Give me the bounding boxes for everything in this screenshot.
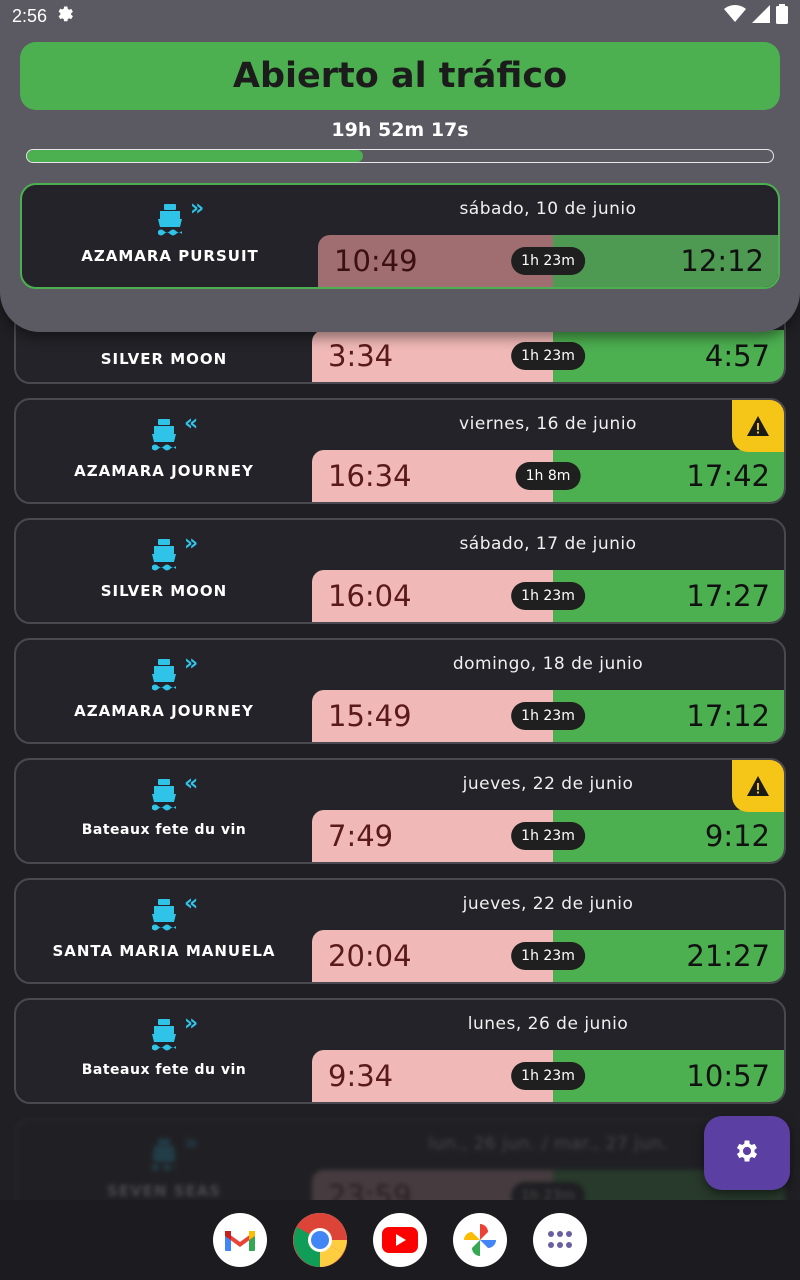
svg-text:»: »: [184, 654, 198, 676]
opening-card[interactable]: » AZAMARA JOURNEY domingo, 18 de junio 15:4…: [14, 638, 786, 744]
duration-pill: 1h 23m: [511, 822, 585, 850]
open-time: 17:12: [552, 690, 784, 742]
svg-text:»: »: [184, 1014, 198, 1036]
duration-pill: 1h 23m: [511, 582, 585, 610]
countdown-progress-bar: [26, 149, 774, 163]
warning-icon: [732, 760, 784, 812]
open-time: 12:12: [552, 235, 778, 287]
time-bar: 9:34 10:57 1h 23m: [312, 1050, 784, 1102]
opening-date: lunes, 26 de junio: [467, 1014, 629, 1034]
bridge-status-banner: Abierto al tráfico: [20, 42, 780, 110]
ship-name: SILVER MOON: [100, 582, 228, 600]
ship-direction-icon: »: [150, 651, 210, 694]
settings-gear-icon: [55, 4, 75, 28]
youtube-icon[interactable]: [373, 1213, 427, 1267]
opening-card[interactable]: « AZAMARA JOURNEY viernes, 16 de junio 16:3…: [14, 398, 786, 504]
ship-name: SILVER MOON: [100, 350, 228, 368]
duration-pill: 1h 23m: [511, 1062, 585, 1090]
duration-pill: 1h 23m: [511, 702, 585, 730]
opening-date: sábado, 17 de junio: [459, 534, 637, 554]
open-time: 10:57: [552, 1050, 784, 1102]
opening-card[interactable]: » Bateaux fete du vin lunes, 26 de junio 9:…: [14, 998, 786, 1104]
ship-name: AZAMARA PURSUIT: [81, 247, 259, 265]
chrome-icon[interactable]: [293, 1213, 347, 1267]
status-header: Abierto al tráfico 19h 52m 17s » AZAMARA…: [0, 0, 800, 332]
gmail-icon[interactable]: [213, 1213, 267, 1267]
ship-name: SANTA MARIA MANUELA: [52, 942, 276, 960]
duration-pill: 1h 23m: [511, 247, 585, 275]
wifi-icon: [724, 5, 746, 27]
open-time: 17:27: [552, 570, 784, 622]
ship-direction-icon: «: [150, 771, 210, 814]
time-bar: 10:49 12:12 1h 23m: [318, 235, 778, 287]
ship-direction-icon: »: [156, 196, 216, 239]
open-time: 17:42: [552, 450, 784, 502]
svg-text:»: »: [190, 199, 204, 221]
ship-name: Bateaux fete du vin: [81, 1062, 247, 1078]
open-time: 9:12: [552, 810, 784, 862]
time-bar: 20:04 21:27 1h 23m: [312, 930, 784, 982]
ship-name: AZAMARA JOURNEY: [74, 462, 254, 480]
duration-pill: 1h 23m: [511, 942, 585, 970]
opening-date: domingo, 18 de junio: [452, 654, 644, 674]
opening-card[interactable]: » SILVER MOON sábado, 17 de junio 16:04 17:2…: [14, 518, 786, 624]
svg-text:«: «: [184, 414, 198, 436]
time-bar: 16:34 17:42 1h 8m: [312, 450, 784, 502]
featured-opening-card[interactable]: » AZAMARA PURSUIT sábado, 10 de junio 10…: [20, 183, 780, 289]
open-time: 4:57: [552, 330, 784, 382]
open-time: 21:27: [552, 930, 784, 982]
bridge-status-text: Abierto al tráfico: [232, 56, 568, 96]
ship-name: SEVEN SEAS: [106, 1182, 222, 1200]
opening-date: jueves, 22 de junio: [462, 894, 634, 914]
settings-button[interactable]: [704, 1116, 790, 1190]
app-dock: [0, 1200, 800, 1280]
app-drawer-icon[interactable]: [533, 1213, 587, 1267]
status-bar: 2:56: [0, 0, 800, 32]
time-bar: 15:49 17:12 1h 23m: [312, 690, 784, 742]
ship-name: Bateaux fete du vin: [81, 822, 247, 838]
svg-text:«: «: [184, 774, 198, 796]
status-time: 2:56: [12, 5, 48, 26]
ship-direction-icon: »: [150, 1131, 210, 1174]
time-bar: 3:34 4:57 1h 23m: [312, 330, 784, 382]
signal-icon: [752, 5, 770, 27]
opening-date: sábado, 10 de junio: [459, 199, 637, 219]
svg-text:«: «: [184, 894, 198, 916]
duration-pill: 1h 8m: [515, 462, 581, 490]
opening-date: viernes, 16 de junio: [459, 414, 637, 434]
svg-text:»: »: [184, 534, 198, 556]
ship-name: AZAMARA JOURNEY: [74, 702, 254, 720]
progress-fill: [27, 150, 363, 162]
opening-card[interactable]: « SANTA MARIA MANUELA jueves, 22 de junio 2…: [14, 878, 786, 984]
photos-icon[interactable]: [453, 1213, 507, 1267]
time-bar: 7:49 9:12 1h 23m: [312, 810, 784, 862]
ship-direction-icon: «: [150, 411, 210, 454]
ship-direction-icon: »: [150, 531, 210, 574]
ship-direction-icon: «: [150, 891, 210, 934]
warning-icon: [732, 400, 784, 452]
settings-gear-icon: [733, 1137, 761, 1169]
countdown-timer: 19h 52m 17s: [331, 119, 469, 141]
opening-date: jueves, 22 de junio: [462, 774, 634, 794]
duration-pill: 1h 23m: [511, 342, 585, 370]
svg-text:»: »: [184, 1134, 198, 1156]
ship-direction-icon: »: [150, 1011, 210, 1054]
time-bar: 16:04 17:27 1h 23m: [312, 570, 784, 622]
opening-card[interactable]: « Bateaux fete du vin jueves, 22 de junio 7…: [14, 758, 786, 864]
battery-icon: [776, 4, 788, 28]
